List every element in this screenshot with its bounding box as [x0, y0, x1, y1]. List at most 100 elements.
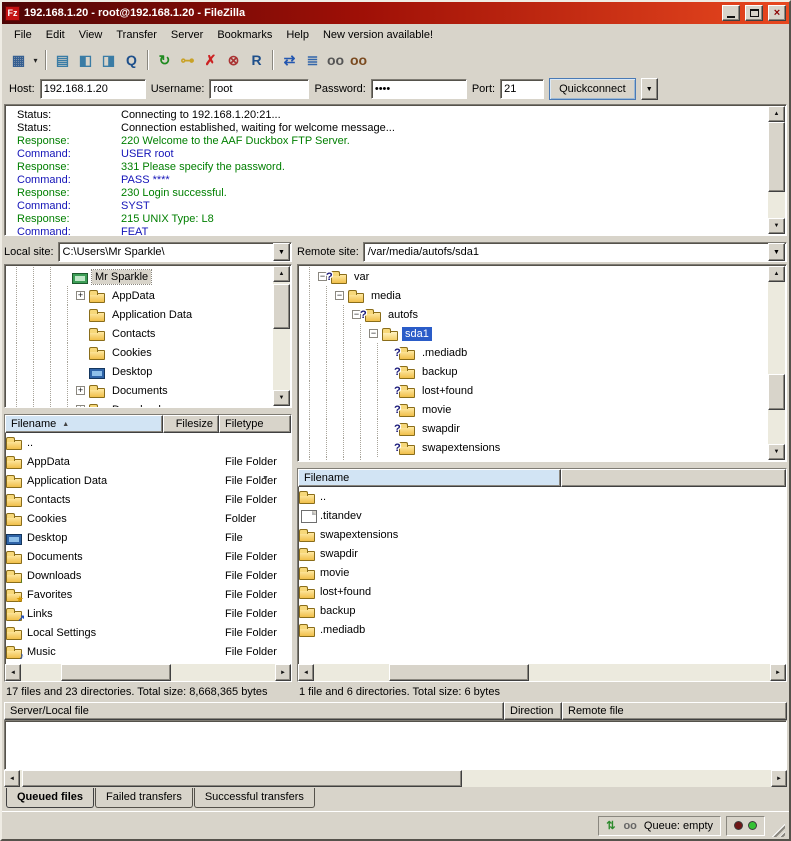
- tree-item[interactable]: dvd: [301, 457, 786, 462]
- minimize-button[interactable]: [722, 5, 740, 21]
- resize-grip[interactable]: [770, 822, 785, 837]
- tree-item[interactable]: Mr Sparkle: [8, 267, 291, 286]
- file-row[interactable]: AppDataFile Folder: [5, 452, 291, 471]
- tree-item[interactable]: swapextensions: [301, 438, 786, 457]
- queue-hscroll-thumb[interactable]: [22, 770, 462, 787]
- synchronized-browsing-button[interactable]: oo: [324, 49, 347, 71]
- tree-item[interactable]: Cookies: [8, 343, 291, 362]
- scroll-left-icon[interactable]: ◄: [298, 664, 314, 681]
- find-files-button[interactable]: oo: [347, 49, 370, 71]
- scroll-left-icon[interactable]: ◄: [4, 770, 20, 787]
- refresh-button[interactable]: ↻: [153, 49, 176, 71]
- scroll-right-icon[interactable]: ►: [275, 664, 291, 681]
- toggle-queue-button[interactable]: Q: [120, 49, 143, 71]
- tree-item[interactable]: −media: [301, 286, 786, 305]
- file-row[interactable]: lost+found: [298, 582, 786, 601]
- local-tree-scrollbar-track[interactable]: [273, 282, 290, 390]
- file-row[interactable]: DesktopFile: [5, 528, 291, 547]
- column-header-direction[interactable]: Direction: [504, 702, 562, 720]
- tree-item[interactable]: −var: [301, 267, 786, 286]
- local-list-hscrollbar[interactable]: ◄ ►: [5, 664, 291, 681]
- column-header-server-local-file[interactable]: Server/Local file: [4, 702, 504, 720]
- menu-item-view[interactable]: View: [72, 26, 110, 44]
- key-button[interactable]: ⊶: [176, 49, 199, 71]
- file-row[interactable]: backup: [298, 601, 786, 620]
- queue-hscroll-track[interactable]: [20, 770, 771, 787]
- remote-path-combo[interactable]: /var/media/autofs/sda1 ▼: [363, 242, 787, 262]
- column-header-filename[interactable]: Filename▼: [298, 469, 561, 487]
- site-manager-button-dropdown[interactable]: ▾: [30, 49, 41, 71]
- log-scrollbar-track[interactable]: [768, 122, 785, 218]
- file-row[interactable]: Local SettingsFile Folder: [5, 623, 291, 642]
- tree-item[interactable]: Desktop: [8, 362, 291, 381]
- toggle-message-log-button[interactable]: ▤: [51, 49, 74, 71]
- tree-item[interactable]: +Downloads: [8, 400, 291, 408]
- queue-hscrollbar[interactable]: ◄ ►: [4, 770, 787, 787]
- tree-item[interactable]: −autofs: [301, 305, 786, 324]
- local-hscroll-thumb[interactable]: [61, 664, 171, 681]
- column-header-remote-file[interactable]: Remote file: [562, 702, 787, 720]
- password-input[interactable]: [371, 79, 467, 99]
- close-button[interactable]: ×: [768, 5, 786, 21]
- host-input[interactable]: [40, 79, 146, 99]
- file-row[interactable]: .titandev: [298, 506, 786, 525]
- scroll-down-icon[interactable]: ▼: [768, 218, 785, 234]
- tab-queued-files[interactable]: Queued files: [6, 788, 94, 808]
- scroll-down-icon[interactable]: ▼: [273, 390, 290, 406]
- menu-item-edit[interactable]: Edit: [39, 26, 72, 44]
- file-row[interactable]: LinksFile Folder: [5, 604, 291, 623]
- file-row[interactable]: Application DataFile Folder: [5, 471, 291, 490]
- remote-tree-scrollbar-thumb[interactable]: [768, 374, 785, 410]
- file-row[interactable]: ..: [5, 433, 291, 452]
- directory-comparison-button[interactable]: ≣: [301, 49, 324, 71]
- remote-tree-scrollbar-track[interactable]: [768, 282, 785, 444]
- menu-item-new-version-available-[interactable]: New version available!: [316, 26, 440, 44]
- file-row[interactable]: MusicFile Folder: [5, 642, 291, 661]
- filter-button[interactable]: ⇄: [278, 49, 301, 71]
- file-row[interactable]: ..: [298, 487, 786, 506]
- file-row[interactable]: ContactsFile Folder: [5, 490, 291, 509]
- tree-item[interactable]: lost+found: [301, 381, 786, 400]
- file-row[interactable]: movie: [298, 563, 786, 582]
- file-row[interactable]: .mediadb: [298, 620, 786, 639]
- disconnect-button[interactable]: ⊗: [222, 49, 245, 71]
- scroll-up-icon[interactable]: ▲: [768, 266, 785, 282]
- file-row[interactable]: DocumentsFile Folder: [5, 547, 291, 566]
- queue-body[interactable]: [4, 720, 787, 770]
- scroll-down-icon[interactable]: ▼: [768, 444, 785, 460]
- log-scrollbar-thumb[interactable]: [768, 122, 785, 192]
- menu-item-transfer[interactable]: Transfer: [109, 26, 164, 44]
- remote-tree-scrollbar[interactable]: ▲ ▼: [768, 266, 785, 460]
- file-row[interactable]: swapdir: [298, 544, 786, 563]
- menu-item-help[interactable]: Help: [279, 26, 316, 44]
- remote-list-hscrollbar[interactable]: ◄ ►: [298, 664, 786, 681]
- quickconnect-dropdown-button[interactable]: ▼: [641, 78, 658, 100]
- expander-icon[interactable]: −: [369, 329, 378, 338]
- tree-item[interactable]: +Documents: [8, 381, 291, 400]
- chevron-down-icon[interactable]: ▼: [768, 243, 785, 261]
- file-row[interactable]: DownloadsFile Folder: [5, 566, 291, 585]
- scroll-up-icon[interactable]: ▲: [273, 266, 290, 282]
- tree-item[interactable]: .mediadb: [301, 343, 786, 362]
- column-header-filetype[interactable]: Filetype: [219, 415, 291, 433]
- remote-hscroll-track[interactable]: [314, 664, 770, 681]
- local-tree-scrollbar[interactable]: ▲ ▼: [273, 266, 290, 406]
- file-row[interactable]: CookiesFolder: [5, 509, 291, 528]
- queue-view-icon[interactable]: oo: [623, 820, 636, 832]
- tree-item[interactable]: swapdir: [301, 419, 786, 438]
- tree-item[interactable]: +AppData: [8, 286, 291, 305]
- file-row[interactable]: swapextensions: [298, 525, 786, 544]
- tab-successful-transfers[interactable]: Successful transfers: [194, 788, 315, 808]
- remote-hscroll-thumb[interactable]: [389, 664, 529, 681]
- port-input[interactable]: [500, 79, 544, 99]
- tree-item[interactable]: −sda1: [301, 324, 786, 343]
- tab-failed-transfers[interactable]: Failed transfers: [95, 788, 193, 808]
- tree-item[interactable]: Application Data: [8, 305, 291, 324]
- reconnect-button[interactable]: R: [245, 49, 268, 71]
- local-path-combo[interactable]: C:\Users\Mr Sparkle\ ▼: [58, 242, 292, 262]
- local-hscroll-track[interactable]: [21, 664, 275, 681]
- quickconnect-button[interactable]: Quickconnect: [549, 78, 636, 100]
- scroll-right-icon[interactable]: ►: [770, 664, 786, 681]
- scroll-right-icon[interactable]: ►: [771, 770, 787, 787]
- menu-item-file[interactable]: File: [7, 26, 39, 44]
